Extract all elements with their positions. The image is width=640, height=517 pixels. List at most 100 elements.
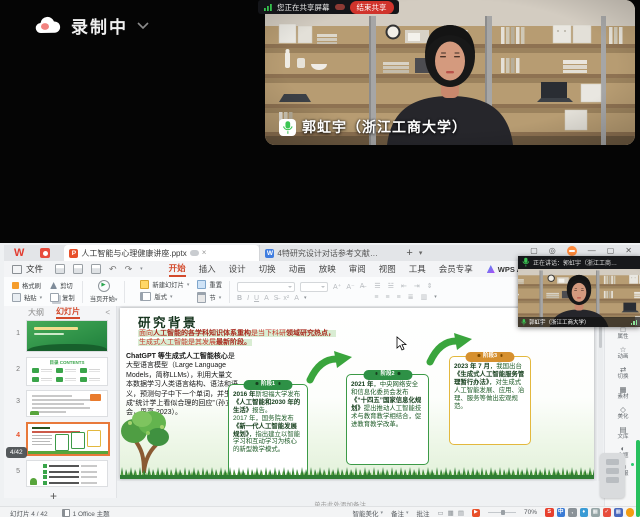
voice-input-icon[interactable]: ♦ [580,508,589,517]
slide-thumbnail-5[interactable] [26,460,108,487]
toolbox-icon[interactable]: ✓ [603,508,612,517]
normal-view-icon[interactable]: ▭ [438,509,444,517]
main-video-tile[interactable]: 郭虹宇（浙江工商大学） [265,0,635,145]
tab-view[interactable]: 视图 [379,263,396,275]
columns-button[interactable]: ▥ [421,293,430,301]
quick-access-caret[interactable]: ▾ [140,266,143,272]
settings-icon[interactable]: ◎ [549,246,556,256]
panel-item-library[interactable]: ▤文库 [605,426,640,440]
tab-animation[interactable]: 动画 [289,263,306,275]
theme-indicator[interactable]: 1 Office 主题 [62,508,110,517]
numbering-button[interactable]: ☱ [388,282,396,290]
tab-slideshow[interactable]: 放映 [319,263,336,275]
slide-thumbnail-1[interactable] [26,320,108,352]
timeline-box-stage2[interactable]: 阶段2 2021 年，中央网络安全和信息化委员会发布《“十四五”国家信息化规划》… [346,374,429,465]
timeline-box-stage1[interactable]: 阶段1 2016 年斯坦福大学发布《人工智能和2030 年的生活》报告。 201… [228,384,308,479]
wps-logo-icon[interactable]: W [14,248,24,259]
panel-item-transition[interactable]: ⇄切换 [605,366,640,380]
reading-view-icon[interactable]: ▤ [458,509,464,517]
italic-button[interactable]: I [247,295,249,302]
reset-button[interactable]: 重置 [197,280,222,289]
slideshow-button[interactable]: ▶ [472,509,480,517]
tab-member[interactable]: 会员专享 [439,263,473,275]
skin-icon[interactable]: ▦ [614,508,623,517]
new-tab-button[interactable]: + [406,248,412,258]
interface-skin-icon[interactable]: ▢ [530,246,538,256]
align-left-button[interactable]: ≡ [374,294,380,301]
chinese-input-icon[interactable]: 中 [557,508,566,517]
panel-item-beautify[interactable]: ◇美化 [605,406,640,420]
punctuation-icon[interactable]: , [568,508,577,517]
indent-increase-button[interactable]: ⇥ [414,282,422,290]
tab-home[interactable]: 开始 [169,262,186,277]
cut-button[interactable]: 剪切 [50,281,75,290]
comments-button[interactable]: 批注 [417,508,430,517]
font-size-select[interactable] [300,282,328,292]
tab-insert[interactable]: 插入 [199,263,216,275]
slides-tab[interactable]: 幻灯片 [56,306,80,319]
sogou-icon[interactable]: S [545,508,554,517]
tab-review[interactable]: 审阅 [349,263,366,275]
add-slide-button[interactable]: + [50,491,57,501]
slide-body-text[interactable]: ChatGPT 等生成式人工智能核心是大型语言模型（Large Language… [126,352,239,418]
layout-button[interactable]: 版式▾ [140,292,189,301]
bold-button[interactable]: B [237,295,242,302]
justify-button[interactable]: ≣ [408,293,416,301]
slide-thumbnail-4-selected[interactable] [26,422,110,456]
notes-button[interactable]: 备注▾ [391,508,409,517]
indent-decrease-button[interactable]: ⇤ [401,282,409,290]
tab-list-caret[interactable]: ▾ [419,249,423,257]
keyboard-icon[interactable]: ▦ [591,508,600,517]
document-tab-active[interactable]: P 人工智能与心理健康讲座.pptx × [64,245,259,261]
tab-transitions[interactable]: 切换 [259,263,276,275]
align-right-button[interactable]: ≡ [397,294,403,301]
copy-button[interactable]: 复制 [50,293,75,302]
bullets-button[interactable]: ☰ [374,282,382,290]
maximize-button[interactable]: ▢ [607,246,615,256]
slide-thumbnail-3[interactable] [26,390,108,417]
format-painter-button[interactable]: 格式刷 [12,281,42,290]
end-share-button[interactable]: 结束共享 [350,1,394,14]
recording-indicator[interactable]: 录制中 [34,13,149,38]
font-name-select[interactable] [237,282,295,292]
slide-canvas[interactable]: 研究背景 面向人工智能的各学科知识体系重构是当下科研领域研究热点， 生成式人工智… [120,308,594,479]
tray-more-icon[interactable] [626,508,635,517]
tab-design[interactable]: 设计 [229,263,246,275]
undo-icon[interactable]: ↶ [109,265,117,274]
zoom-slider[interactable] [488,512,516,514]
slide-sorter-icon[interactable]: ▦ [448,509,454,517]
zoom-knob[interactable] [501,510,505,516]
slide-subtitle[interactable]: 面向人工智能的各学科知识体系重构是当下科研领域研究热点， 生成式人工智能是其发展… [138,329,474,347]
panel-item-assets[interactable]: ▦素材 [605,386,640,400]
home-icon[interactable] [40,248,50,258]
underline-button[interactable]: U [254,295,259,302]
floating-meeting-window[interactable]: 正在讲话：郭虹宇（浙江工商… 郭虹宇（浙江工商大学） [518,256,640,327]
new-slide-button[interactable]: 新建幻灯片▾ [140,280,189,289]
export-icon[interactable] [91,264,101,274]
outline-tab[interactable]: 大纲 [28,307,44,318]
tab-close-icon[interactable]: × [202,249,207,257]
floating-widget[interactable] [600,453,625,498]
panel-item-properties[interactable]: □属性 [605,326,640,340]
paste-button[interactable]: 粘贴▾ [12,293,42,302]
collapse-panel-icon[interactable]: < [105,308,110,317]
wps-ai-robot-icon[interactable] [567,246,577,256]
chevron-down-icon[interactable] [137,22,149,29]
timeline-box-stage3[interactable]: 阶段3 2023 年 7 月，我国出台《生成式人工智能服务管理暂行办法》，对生成… [449,356,531,445]
section-button[interactable]: 节▾ [197,292,222,303]
redo-icon[interactable]: ↷ [125,265,133,274]
document-tab-inactive[interactable]: W 4特研究设计对话参考文献列… [259,245,398,261]
file-menu[interactable]: 文件 [12,263,43,275]
print-icon[interactable] [73,264,83,274]
save-icon[interactable] [55,264,65,274]
floating-video[interactable]: 郭虹宇（浙江工商大学） [518,269,640,327]
align-center-button[interactable]: ≡ [386,294,392,301]
panel-item-animation[interactable]: ☆动画 [605,346,640,360]
slide-thumbnail-2[interactable]: 目录 CONTENTS [26,357,108,386]
minimize-button[interactable]: — [588,246,596,256]
close-button[interactable]: ✕ [625,246,632,256]
zoom-level[interactable]: 70% [524,509,537,516]
smart-beautify-button[interactable]: 智能美化▾ [352,508,383,517]
line-spacing-button[interactable]: ⇕ [427,282,435,290]
tab-tools[interactable]: 工具 [409,263,426,275]
